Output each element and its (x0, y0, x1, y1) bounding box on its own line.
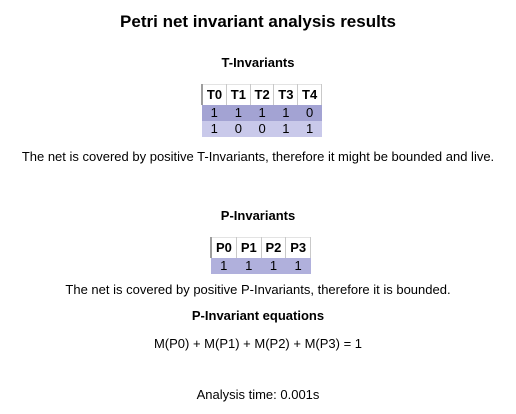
p-equations-heading-container: P-Invariant equations (0, 308, 516, 324)
t-invariant-cell: 0 (226, 121, 251, 137)
t-invariants-column-header: T0 (200, 84, 227, 105)
t-invariants-column-header: T4 (297, 84, 322, 105)
t-invariant-cell: 1 (273, 121, 298, 137)
t-invariants-table: T0 T1 T2 T3 T4 1 1 1 1 0 1 0 0 1 1 (200, 84, 322, 137)
p-equations-heading: P-Invariant equations (191, 308, 325, 323)
t-invariants-column-header: T2 (249, 84, 275, 105)
p-invariants-table: P0 P1 P2 P3 1 1 1 1 (209, 237, 311, 274)
t-invariant-cell: 1 (250, 105, 274, 121)
t-invariant-cell: 0 (250, 121, 274, 137)
p-invariant-row: 1 1 1 1 (211, 258, 311, 274)
p-invariants-header-row: P0 P1 P2 P3 (209, 237, 311, 258)
p-invariant-cell: 1 (261, 258, 286, 274)
p-invariant-cell: 1 (236, 258, 262, 274)
t-invariant-row: 1 1 1 1 0 (202, 105, 322, 121)
p-invariants-column-header: P2 (260, 237, 287, 258)
t-invariant-cell: 0 (297, 105, 322, 121)
t-invariants-column-header: T3 (273, 84, 299, 105)
p-invariant-cell: 1 (211, 258, 237, 274)
p-invariants-heading: P-Invariants (220, 208, 296, 223)
t-invariant-cell: 1 (226, 105, 251, 121)
t-invariant-cell: 1 (202, 121, 227, 137)
page-title: Petri net invariant analysis results (120, 12, 396, 31)
p-invariants-column-header: P1 (235, 237, 262, 258)
t-invariant-cell: 1 (297, 121, 322, 137)
p-invariants-heading-container: P-Invariants (0, 208, 516, 224)
t-invariant-row: 1 0 0 1 1 (202, 121, 322, 137)
t-invariants-conclusion: The net is covered by positive T-Invaria… (21, 149, 495, 164)
t-invariant-cell: 1 (202, 105, 227, 121)
t-invariants-header-row: T0 T1 T2 T3 T4 (200, 84, 322, 105)
p-invariants-column-header: P3 (285, 237, 311, 258)
t-invariants-heading-container: T-Invariants (0, 55, 516, 71)
t-invariant-cell: 1 (273, 105, 298, 121)
p-invariants-conclusion: The net is covered by positive P-Invaria… (65, 282, 451, 297)
invariant-results-page: Petri net invariant analysis results T-I… (0, 0, 516, 414)
p-invariant-equation: M(P0) + M(P1) + M(P2) + M(P3) = 1 (153, 336, 363, 351)
p-invariant-cell: 1 (285, 258, 311, 274)
analysis-time: Analysis time: 0.001s (196, 387, 320, 402)
t-invariants-heading: T-Invariants (221, 55, 295, 70)
t-invariants-column-header: T1 (225, 84, 251, 105)
page-title-container: Petri net invariant analysis results (0, 12, 516, 32)
p-invariants-column-header: P0 (209, 237, 237, 258)
